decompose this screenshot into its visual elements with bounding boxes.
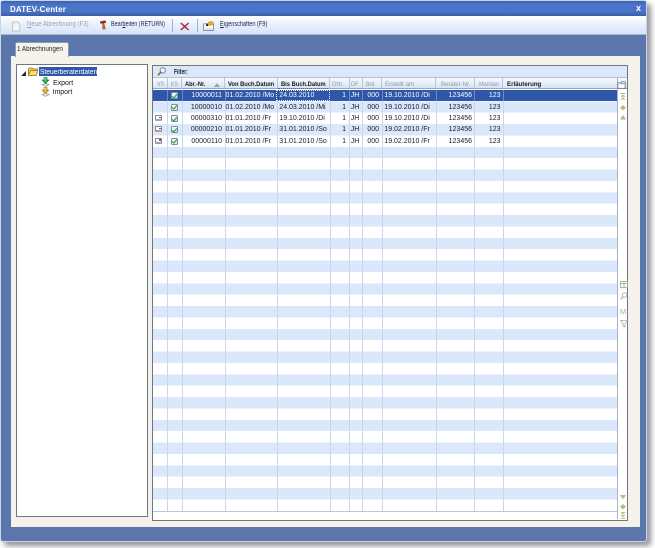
svg-text:M: M (620, 307, 626, 315)
